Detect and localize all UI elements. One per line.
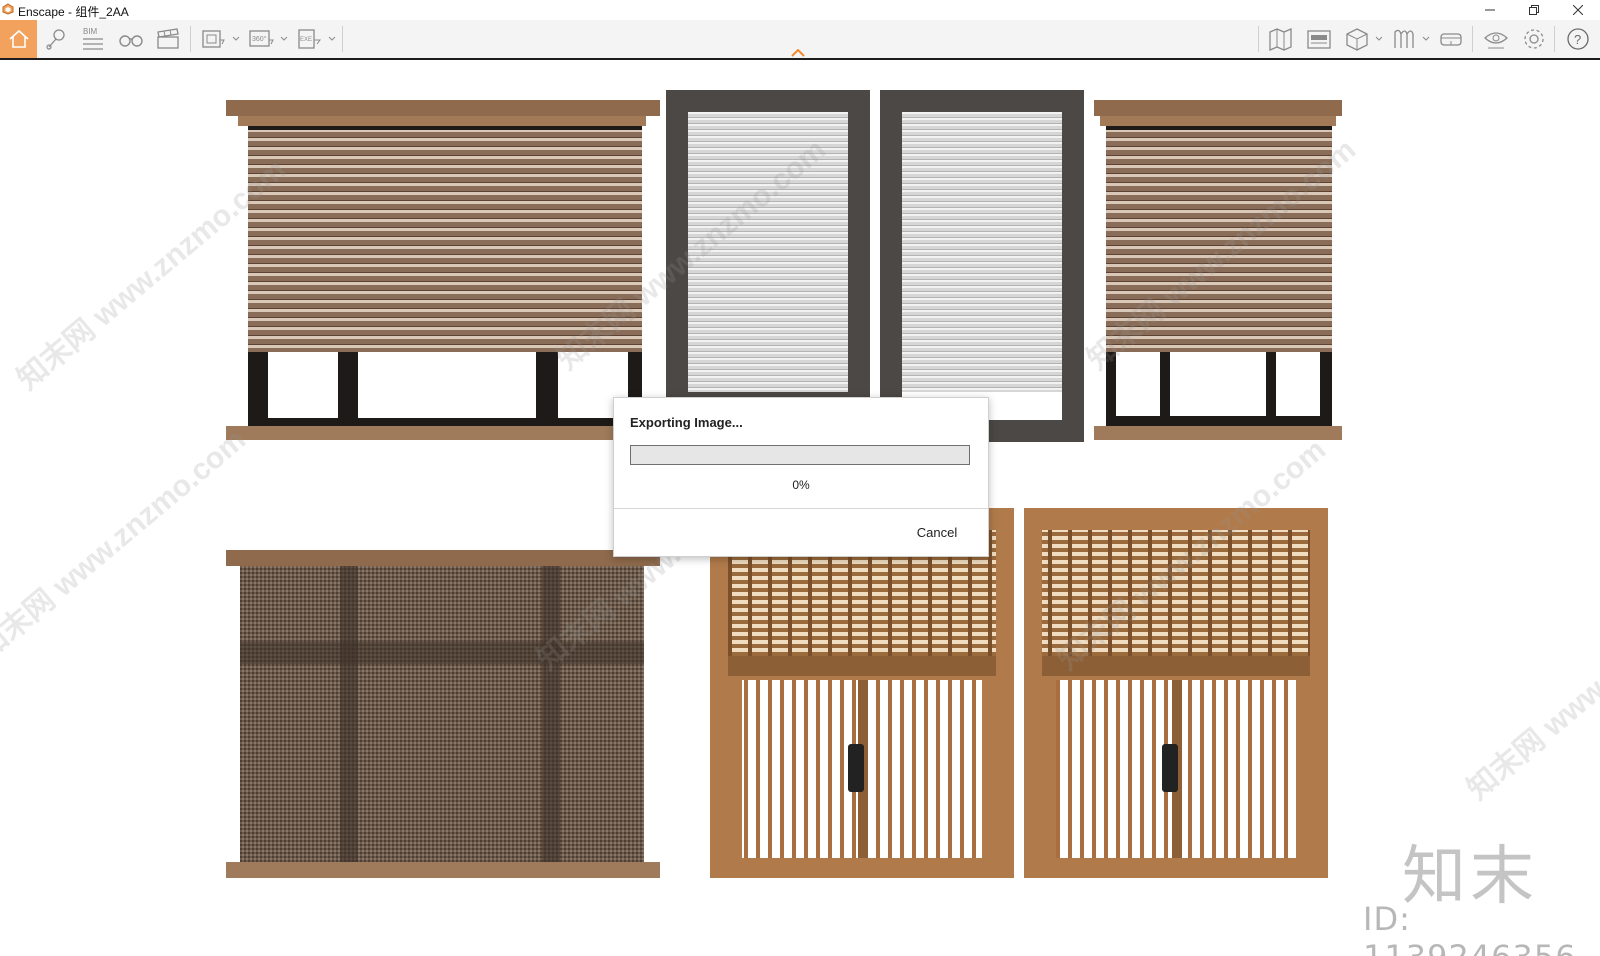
bamboo-blind-grille-window-left (710, 508, 1014, 878)
restore-button[interactable] (1512, 0, 1556, 20)
chevron-down-icon (280, 36, 288, 41)
material-editor-icon (1394, 29, 1414, 48)
clapperboard-icon (157, 28, 179, 49)
bim-button[interactable]: BIM (78, 24, 108, 54)
help-button[interactable]: ? (1563, 24, 1593, 54)
location-pin-icon (46, 29, 65, 50)
visual-settings-button[interactable] (1481, 24, 1511, 54)
exe-label: EXE (300, 37, 312, 43)
settings-button[interactable] (1519, 24, 1549, 54)
progress-percentage: 0% (792, 478, 810, 492)
wood-venetian-blind-window (226, 100, 660, 440)
white-blind-window-left (666, 90, 870, 442)
title-bar: Enscape - 组件_2AA (0, 0, 1600, 20)
views-cube-button[interactable] (1342, 24, 1372, 54)
chevron-up-icon (791, 48, 805, 57)
chevron-down-icon (232, 36, 240, 41)
export-dropdown[interactable] (327, 34, 337, 44)
material-editor-button[interactable] (1389, 24, 1419, 54)
cancel-button[interactable]: Cancel (902, 520, 972, 544)
walk-mode-button[interactable] (116, 24, 146, 54)
bim-label: BIM (83, 27, 98, 36)
export-progress-bar (630, 445, 970, 465)
panorama-button[interactable]: 360° (246, 24, 276, 54)
vr-headset-button[interactable] (1436, 24, 1466, 54)
home-icon (8, 29, 29, 48)
white-blind-window-right (880, 90, 1084, 442)
dialog-title: Exporting Image... (630, 415, 743, 430)
toolbar-separator (1258, 26, 1259, 52)
asset-library-button[interactable] (1304, 24, 1334, 54)
close-button[interactable] (1556, 0, 1600, 20)
export-button[interactable]: EXE (294, 24, 324, 54)
map-icon (1269, 28, 1292, 51)
close-icon (1573, 5, 1583, 15)
toolbar-separator (190, 26, 191, 52)
window-title: Enscape - 组件_2AA (18, 5, 129, 19)
woven-roman-shade-window (226, 550, 660, 878)
exporting-image-dialog: Exporting Image... 0% Cancel (613, 397, 989, 557)
image-id-watermark: ID: 1139246356 (1363, 900, 1576, 956)
screenshot-icon (202, 30, 225, 48)
video-editor-button[interactable] (153, 24, 183, 54)
views-cube-dropdown[interactable] (1374, 34, 1384, 44)
bim-icon: BIM (83, 27, 103, 50)
enscape-toolbar: BIM 360° EXE ? (0, 20, 1600, 60)
toolbar-separator (1472, 26, 1473, 52)
panorama-dropdown[interactable] (279, 34, 289, 44)
home-button[interactable] (0, 20, 37, 58)
screenshot-dropdown[interactable] (231, 34, 241, 44)
svg-text:?: ? (1574, 32, 1581, 47)
binoculars-icon (119, 35, 143, 47)
settings-gear-icon (1524, 29, 1544, 49)
chevron-down-icon (328, 36, 336, 41)
chevron-down-icon (1375, 36, 1383, 41)
pano-label: 360° (252, 35, 267, 43)
cube-view-icon (1346, 28, 1368, 51)
asset-library-icon (1307, 30, 1331, 49)
bamboo-blind-grille-window-right (1024, 508, 1328, 878)
chevron-down-icon (1422, 36, 1430, 41)
toolbar-separator (342, 26, 343, 52)
enscape-logo-icon (2, 3, 14, 15)
panorama-360-icon: 360° (249, 30, 274, 47)
restore-icon (1529, 5, 1539, 15)
help-icon: ? (1567, 28, 1589, 50)
vr-headset-icon (1440, 33, 1462, 46)
screenshot-button[interactable] (198, 24, 228, 54)
toolbar-separator (1554, 26, 1555, 52)
visual-settings-eye-icon (1484, 32, 1508, 49)
minimize-icon (1485, 9, 1495, 11)
minimize-button[interactable] (1468, 0, 1512, 20)
material-editor-dropdown[interactable] (1421, 34, 1431, 44)
views-button[interactable] (41, 24, 71, 54)
wood-venetian-blind-window-small (1094, 100, 1342, 440)
map-button[interactable] (1266, 24, 1296, 54)
dialog-divider (614, 508, 988, 509)
export-exe-icon: EXE (298, 29, 321, 49)
